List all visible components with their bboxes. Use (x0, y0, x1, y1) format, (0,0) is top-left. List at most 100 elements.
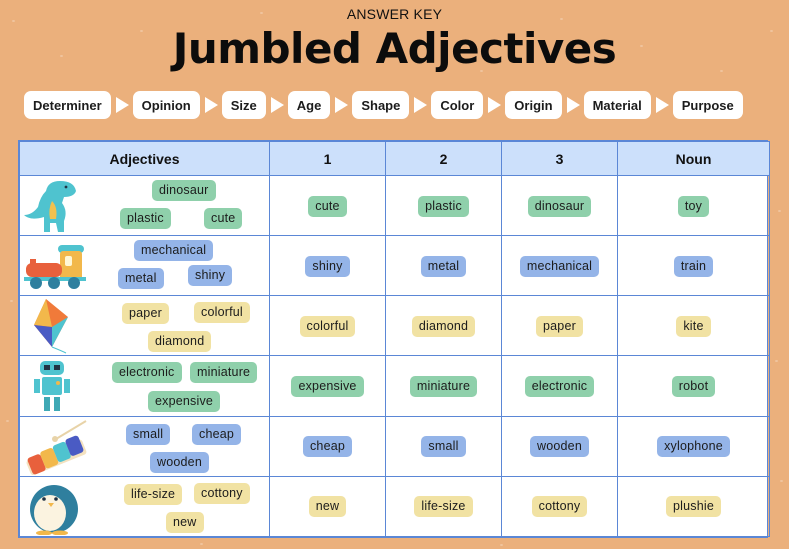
order-step-origin: Origin (505, 91, 562, 119)
jumbled-tag: expensive (148, 391, 221, 413)
penguin-plushie-icon (22, 477, 88, 536)
jumbled-tags: small cheap wooden (108, 421, 255, 473)
table-row: life-size cottony new new life-size cott… (19, 475, 770, 538)
noun-cell: toy (617, 174, 770, 237)
table-header-row: Adjectives 1 2 3 Noun (19, 141, 770, 176)
header-adjectives: Adjectives (19, 141, 270, 176)
jumbled-adjectives-cell: paper colorful diamond (19, 295, 270, 357)
jumbled-tags: paper colorful diamond (108, 300, 255, 353)
jumbled-adjectives-cell: dinosaur plastic cute (19, 174, 270, 237)
jumbled-tags: life-size cottony new (108, 481, 255, 533)
answer-tag: miniature (409, 376, 478, 398)
answer-cell-3: dinosaur (501, 174, 618, 237)
header-position-2: 2 (385, 141, 502, 176)
robot-icon (22, 357, 88, 415)
jumbled-tag: electronic (112, 362, 182, 384)
answer-tag: shiny (305, 255, 350, 277)
jumbled-tag: plastic (120, 208, 171, 229)
kite-icon (22, 297, 88, 355)
noun-tag: plushie (665, 496, 721, 518)
answer-tag: plastic (418, 195, 469, 217)
answer-tag: paper (536, 315, 583, 337)
jumbled-tags: electronic miniature expensive (108, 360, 258, 413)
dinosaur-toy-icon (22, 177, 88, 235)
answer-tag: electronic (524, 376, 595, 398)
arrow-right-icon (335, 97, 349, 113)
noun-tag: kite (676, 315, 711, 337)
answer-tag: colorful (299, 315, 356, 337)
answer-cell-2: small (385, 415, 502, 477)
noun-cell: kite (617, 295, 770, 357)
arrow-right-icon (115, 97, 129, 113)
answer-cell-2: diamond (385, 295, 502, 357)
table-row: mechanical metal shiny shiny metal mecha… (19, 235, 770, 297)
jumbled-tag: dinosaur (152, 180, 216, 201)
answer-cell-2: metal (385, 235, 502, 297)
answer-tag: wooden (530, 436, 589, 458)
arrow-right-icon (566, 97, 580, 113)
jumbled-tag: cottony (194, 482, 250, 504)
jumbled-tags: mechanical metal shiny (108, 240, 255, 291)
background-speckle (775, 360, 778, 362)
header-position-3: 3 (501, 141, 618, 176)
jumbled-adjectives-cell: life-size cottony new (19, 475, 270, 538)
jumbled-tag: paper (122, 303, 169, 325)
noun-cell: train (617, 235, 770, 297)
background-speckle (500, 544, 503, 546)
order-step-color: Color (431, 91, 484, 119)
answer-tag: dinosaur (527, 195, 592, 217)
jumbled-adjectives-cell: electronic miniature expensive (19, 355, 270, 417)
answer-tag: diamond (411, 315, 476, 337)
answer-cell-2: life-size (385, 475, 502, 538)
jumbled-tag: wooden (150, 451, 209, 473)
jumbled-tag: shiny (188, 265, 233, 287)
background-speckle (778, 210, 781, 212)
order-step-opinion: Opinion (132, 91, 200, 119)
background-speckle (200, 543, 203, 545)
noun-cell: robot (617, 355, 770, 417)
answer-cell-1: new (269, 475, 386, 538)
answer-cell-2: miniature (385, 355, 502, 417)
noun-tag: xylophone (657, 436, 730, 458)
answer-cell-1: expensive (269, 355, 386, 417)
order-step-age: Age (287, 91, 331, 119)
jumbled-tag: mechanical (134, 240, 214, 262)
answer-cell-3: electronic (501, 355, 618, 417)
arrow-right-icon (655, 97, 669, 113)
order-step-purpose: Purpose (672, 91, 743, 119)
jumbled-tag: cute (204, 208, 243, 229)
answer-cell-1: cute (269, 174, 386, 237)
answer-cell-3: paper (501, 295, 618, 357)
answer-tag: small (421, 436, 466, 458)
jumbled-tag: colorful (194, 302, 250, 324)
arrow-right-icon (414, 97, 428, 113)
jumbled-tag: diamond (148, 331, 212, 353)
jumbled-tag: miniature (190, 362, 258, 384)
order-step-determiner: Determiner (24, 91, 111, 119)
noun-tag: robot (671, 376, 716, 398)
answer-tag: life-size (414, 496, 473, 518)
answer-cell-2: plastic (385, 174, 502, 237)
order-step-size: Size (221, 91, 266, 119)
background-speckle (10, 300, 13, 302)
header-noun: Noun (617, 141, 770, 176)
order-step-shape: Shape (352, 91, 410, 119)
answer-tag: new (308, 496, 347, 518)
jumbled-tags: dinosaur plastic cute (108, 180, 255, 231)
table-row: paper colorful diamond colorful diamond … (19, 295, 770, 357)
table-row: small cheap wooden cheap small wooden xy… (19, 415, 770, 477)
answer-tag: metal (420, 255, 467, 277)
answer-tag: mechanical (519, 255, 600, 277)
toy-train-icon (22, 237, 88, 295)
answer-cell-3: wooden (501, 415, 618, 477)
answer-table: Adjectives 1 2 3 Noun dinosaur plastic c… (18, 140, 770, 538)
jumbled-tag: cheap (192, 423, 242, 445)
background-speckle (6, 420, 9, 422)
answer-tag: cheap (302, 436, 353, 458)
arrow-right-icon (488, 97, 502, 113)
jumbled-tag: life-size (124, 483, 183, 505)
answer-cell-3: cottony (501, 475, 618, 538)
noun-cell: xylophone (617, 415, 770, 477)
arrow-right-icon (204, 97, 218, 113)
answer-cell-1: colorful (269, 295, 386, 357)
